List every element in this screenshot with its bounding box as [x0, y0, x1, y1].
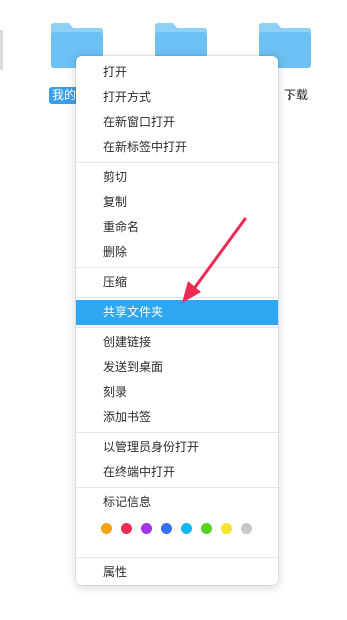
tag-info-label: 标记信息 [76, 490, 278, 515]
menu-item-label: 创建链接 [103, 335, 152, 349]
menu-item-label: 打开 [103, 65, 128, 79]
tag-color-picker [76, 515, 278, 541]
menu-item-open-as-admin[interactable]: 以管理员身份打开 [76, 435, 278, 460]
menu-separator [76, 487, 278, 488]
tag-color-blue[interactable] [161, 522, 172, 534]
menu-item-label: 删除 [103, 245, 128, 259]
menu-separator [76, 267, 278, 268]
menu-item-rename[interactable]: 重命名 [76, 215, 278, 240]
menu-item-add-bookmark[interactable]: 添加书签 [76, 405, 278, 430]
menu-item-share-folder[interactable]: 共享文件夹 [76, 300, 278, 325]
menu-item-label: 属性 [103, 565, 128, 579]
tag-color-gray[interactable] [241, 522, 252, 534]
tag-color-red[interactable] [121, 522, 132, 534]
tag-color-green[interactable] [201, 522, 212, 534]
menu-item-label: 共享文件夹 [103, 305, 164, 319]
menu-item-open-with[interactable]: 打开方式 › [76, 85, 292, 110]
folder-label-selected[interactable]: 我的 [49, 87, 80, 104]
menu-item-label: 刻录 [103, 385, 128, 399]
chevron-right-icon: › [286, 90, 292, 105]
menu-item-label: 在新窗口打开 [103, 115, 176, 129]
menu-item-copy[interactable]: 复制 [76, 190, 278, 215]
menu-item-label: 在终端中打开 [103, 465, 176, 479]
menu-item-label: 标记信息 [103, 495, 152, 509]
tag-color-yellow[interactable] [221, 522, 232, 534]
menu-item-label: 打开方式 [103, 90, 152, 104]
menu-separator [76, 432, 278, 433]
tag-color-light-blue[interactable] [181, 522, 192, 534]
menu-item-properties[interactable]: 属性 [76, 560, 278, 585]
menu-item-label: 重命名 [103, 220, 140, 234]
menu-item-label: 压缩 [103, 275, 128, 289]
menu-item-open-new-window[interactable]: 在新窗口打开 [76, 110, 278, 135]
menu-spacer [76, 541, 278, 555]
context-menu: 打开 打开方式 › 在新窗口打开 在新标签中打开 剪切 复制 重命名 删除 压缩… [76, 56, 292, 585]
menu-item-burn[interactable]: 刻录 [76, 380, 278, 405]
tag-color-orange[interactable] [101, 522, 112, 534]
menu-item-label: 剪切 [103, 170, 128, 184]
tag-color-purple[interactable] [141, 522, 152, 534]
menu-item-open[interactable]: 打开 [76, 60, 278, 85]
menu-item-delete[interactable]: 删除 [76, 240, 278, 265]
menu-separator [76, 162, 278, 163]
menu-separator [76, 327, 278, 328]
menu-item-label: 在新标签中打开 [103, 140, 188, 154]
menu-separator [76, 297, 278, 298]
menu-item-compress[interactable]: 压缩 [76, 270, 278, 295]
menu-item-cut[interactable]: 剪切 [76, 165, 278, 190]
menu-item-label: 添加书签 [103, 410, 152, 424]
menu-item-label: 复制 [103, 195, 128, 209]
partial-desktop-item [0, 30, 3, 70]
menu-item-create-link[interactable]: 创建链接 [76, 330, 278, 355]
menu-item-label: 发送到桌面 [103, 360, 164, 374]
menu-item-open-in-terminal[interactable]: 在终端中打开 [76, 460, 278, 485]
menu-separator [76, 557, 278, 558]
menu-item-send-to-desktop[interactable]: 发送到桌面 [76, 355, 278, 380]
menu-item-label: 以管理员身份打开 [103, 440, 200, 454]
menu-item-open-new-tab[interactable]: 在新标签中打开 [76, 135, 278, 160]
